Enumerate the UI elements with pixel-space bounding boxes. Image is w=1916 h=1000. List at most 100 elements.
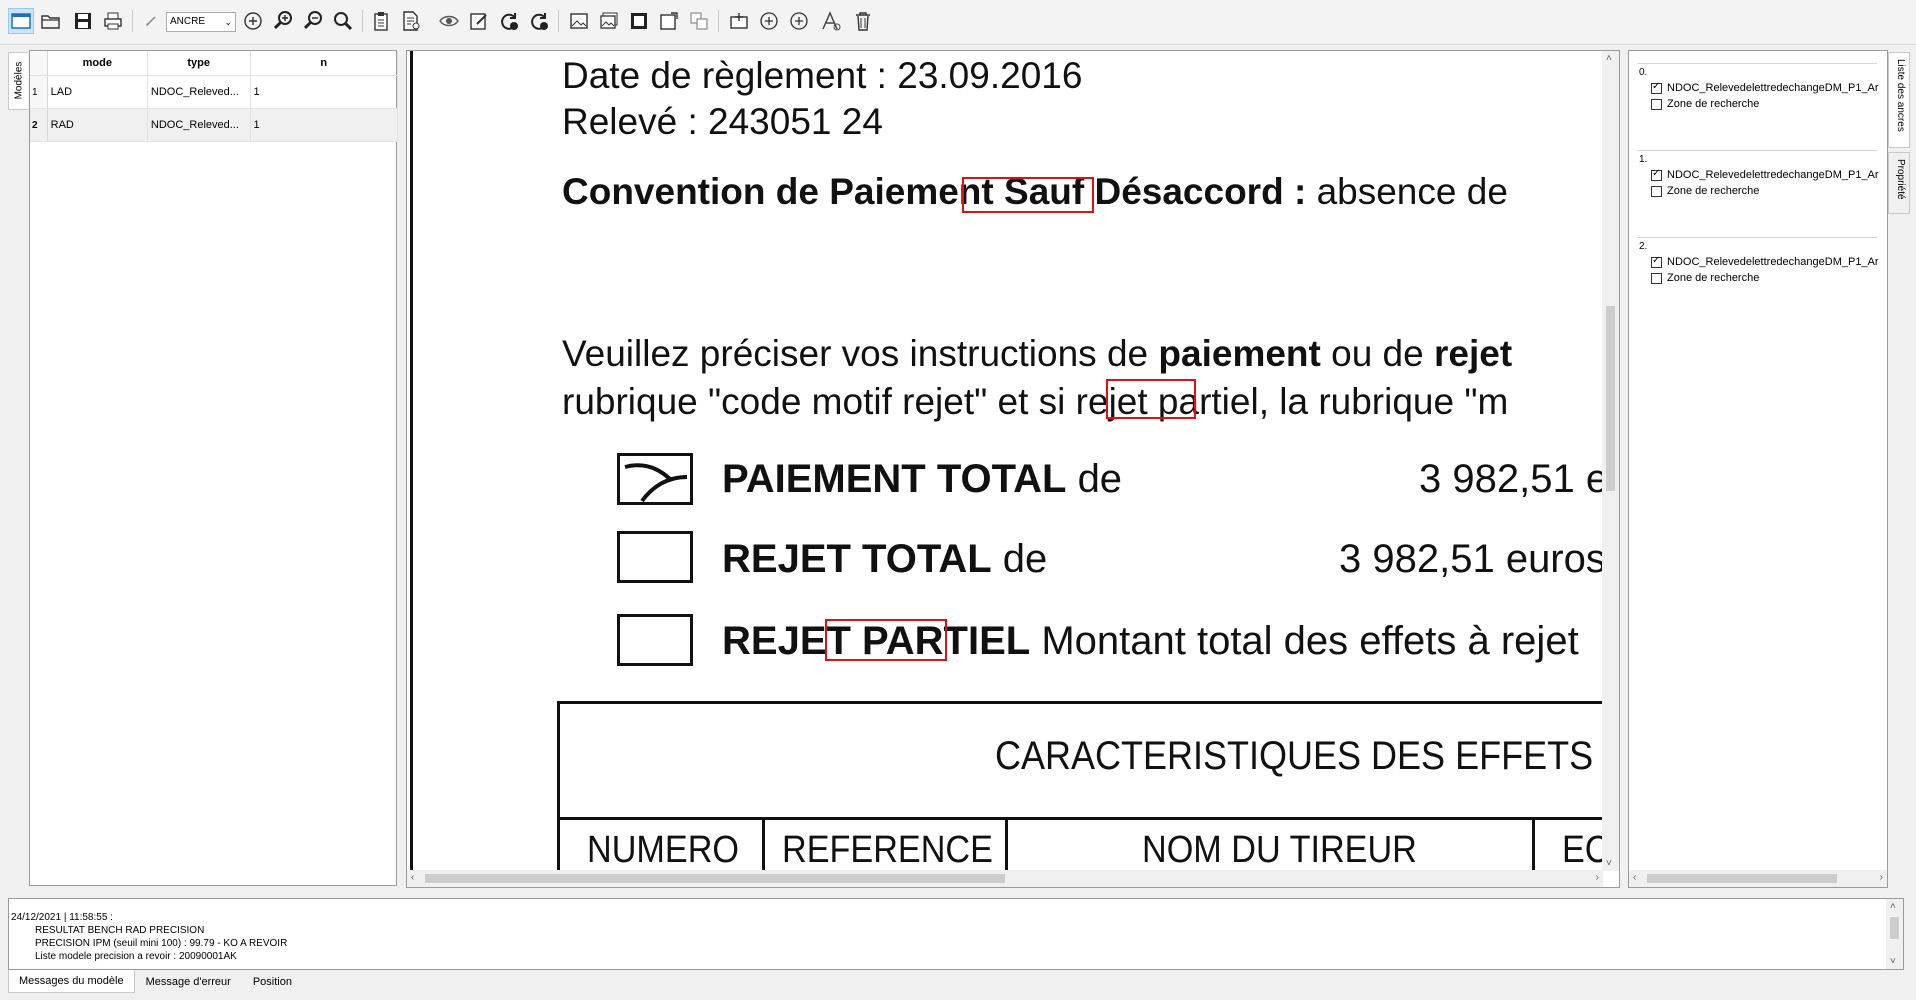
edit-note-icon[interactable]	[466, 8, 492, 34]
mode-select-value: ANCRE	[170, 16, 206, 27]
refresh-icon[interactable]	[526, 8, 552, 34]
new-window-icon[interactable]	[8, 8, 34, 34]
instr-a: Veuillez préciser vos instructions de	[562, 333, 1149, 374]
image-export-icon[interactable]	[656, 8, 682, 34]
zoom-out-icon[interactable]	[300, 8, 326, 34]
tab-message-d-erreur[interactable]: Message d'erreur	[135, 970, 242, 994]
opt2-bold: REJET TOTAL	[722, 537, 992, 581]
column-header-n[interactable]: n	[250, 51, 398, 76]
anchor-group: 1. NDOC_RelevedelettredechangeDM_P1_Ar Z…	[1637, 150, 1879, 213]
document-settings-icon[interactable]	[398, 8, 424, 34]
column-header-mode[interactable]: mode	[47, 51, 148, 76]
anchor-item-checkbox[interactable]	[1651, 81, 1662, 94]
cell-type[interactable]: NDOC_Releved...	[147, 108, 251, 142]
convention-rest: absence de	[1316, 171, 1508, 212]
zone-checkbox[interactable]	[1651, 98, 1662, 110]
zone-checkbox[interactable]	[1651, 185, 1662, 197]
tab-liste-des-ancres[interactable]: Liste des ancres	[1888, 52, 1910, 148]
table-row[interactable]: 2 RAD NDOC_Releved... 1	[30, 108, 398, 142]
zoom-in-circle-icon[interactable]	[240, 8, 266, 34]
anchor-item-checkbox[interactable]	[1651, 168, 1662, 181]
cell-type[interactable]: NDOC_Releved...	[147, 75, 251, 109]
log-scrollbar[interactable]: ˄ ˅	[1886, 899, 1903, 969]
clipboard-icon[interactable]	[368, 8, 394, 34]
scroll-right-icon[interactable]: ›	[1880, 872, 1883, 883]
mode-select[interactable]: ANCRE ⌄	[166, 12, 236, 32]
move-icon[interactable]	[686, 8, 712, 34]
save-icon[interactable]	[70, 8, 96, 34]
horizontal-scrollbar[interactable]: ‹ ›	[407, 870, 1603, 887]
print-icon[interactable]	[100, 8, 126, 34]
bottom-tabs: Messages du modèle Message d'erreur Posi…	[8, 970, 303, 994]
scroll-up-icon[interactable]: ˄	[1890, 900, 1896, 913]
doc-line-rubrique: rubrique "code motif rejet" et si rejet …	[562, 381, 1509, 422]
doc-table-col-divider	[762, 819, 765, 871]
doc-table-title: CARACTERISTIQUES DES EFFETS EN	[995, 734, 1603, 778]
zone-checkbox[interactable]	[1651, 272, 1662, 284]
scroll-left-icon[interactable]: ‹	[411, 872, 414, 883]
add-circle-icon[interactable]	[756, 8, 782, 34]
document-viewer[interactable]: Date de règlement : 23.09.2016 Relevé : …	[406, 50, 1620, 888]
table-row[interactable]: 1 LAD NDOC_Releved... 1	[30, 75, 398, 109]
tab-messages-du-modele[interactable]: Messages du modèle	[8, 970, 135, 993]
doc-table-divider	[557, 817, 1603, 820]
search-icon[interactable]	[330, 8, 356, 34]
cell-n[interactable]: 1	[250, 75, 398, 109]
log-line: PRECISION IPM (seuil mini 100) : 99.79 -…	[35, 938, 288, 949]
scroll-down-icon[interactable]: ˅	[1606, 858, 1612, 869]
anchor-zone[interactable]: Zone de recherche	[1651, 98, 1759, 110]
anchor-highlight-box[interactable]	[962, 177, 1094, 213]
anchors-list-panel: 0. NDOC_RelevedelettredechangeDM_P1_Ar Z…	[1628, 50, 1888, 888]
anchor-zone[interactable]: Zone de recherche	[1651, 185, 1759, 197]
horizontal-scrollbar-thumb[interactable]	[425, 874, 1005, 883]
page-border	[410, 51, 413, 871]
anchors-scrollbar-thumb[interactable]	[1647, 874, 1837, 883]
tab-propriete[interactable]: Propriété	[1888, 152, 1910, 214]
anchor-zone[interactable]: Zone de recherche	[1651, 272, 1759, 284]
cell-mode[interactable]: RAD	[47, 108, 148, 142]
vertical-scrollbar[interactable]: ˄ ˅	[1602, 51, 1619, 871]
cell-n[interactable]: 1	[250, 108, 398, 142]
anchor-group-title: 2.	[1639, 241, 1648, 252]
convention-bold: Convention de Paiement Sauf Désaccord :	[562, 171, 1307, 212]
images-icon[interactable]	[596, 8, 622, 34]
row-number: 1	[30, 75, 48, 109]
tab-modeles-label: Modèles	[13, 61, 25, 100]
image-icon[interactable]	[566, 8, 592, 34]
anchor-highlight-box[interactable]	[825, 619, 947, 661]
anchor-item[interactable]: NDOC_RelevedelettredechangeDM_P1_Ar	[1651, 255, 1879, 268]
anchor-group: 2. NDOC_RelevedelettredechangeDM_P1_Ar Z…	[1637, 237, 1879, 300]
checkmark-icon	[624, 463, 688, 503]
anchors-horizontal-scrollbar[interactable]: ‹ ›	[1629, 870, 1887, 887]
column-header-type[interactable]: type	[147, 51, 251, 76]
scroll-left-icon[interactable]: ‹	[1633, 872, 1636, 883]
vertical-scrollbar-thumb[interactable]	[1606, 306, 1615, 491]
refresh-check-icon[interactable]	[496, 8, 522, 34]
document-page[interactable]: Date de règlement : 23.09.2016 Relevé : …	[407, 51, 1603, 871]
zoom-in-icon[interactable]	[270, 8, 296, 34]
opt3-rest: Montant total des effets à rejet	[1041, 619, 1579, 663]
doc-line-releve: Relevé : 243051 24	[562, 101, 883, 142]
open-folder-icon[interactable]	[38, 8, 64, 34]
text-style-icon[interactable]	[818, 8, 844, 34]
add-box-icon[interactable]	[726, 8, 752, 34]
row-number-header	[30, 51, 48, 76]
scroll-up-icon[interactable]: ˄	[1606, 53, 1612, 64]
tab-modeles[interactable]: Modèles	[8, 52, 28, 110]
pencil-icon[interactable]	[138, 8, 164, 34]
frame-icon[interactable]	[626, 8, 652, 34]
anchor-item[interactable]: NDOC_RelevedelettredechangeDM_P1_Ar	[1651, 81, 1879, 94]
add-circle-2-icon[interactable]	[786, 8, 812, 34]
trash-icon[interactable]	[850, 8, 876, 34]
anchor-highlight-box[interactable]	[1106, 379, 1196, 419]
tab-position[interactable]: Position	[242, 970, 303, 994]
anchor-item-label: NDOC_RelevedelettredechangeDM_P1_Ar	[1667, 256, 1879, 268]
models-table: mode type n 1 LAD NDOC_Releved... 1 2 RA…	[29, 50, 398, 886]
anchor-item-checkbox[interactable]	[1651, 255, 1662, 268]
eye-icon[interactable]	[436, 8, 462, 34]
anchor-item[interactable]: NDOC_RelevedelettredechangeDM_P1_Ar	[1651, 168, 1879, 181]
cell-mode[interactable]: LAD	[47, 75, 148, 109]
scroll-right-icon[interactable]: ›	[1596, 872, 1599, 883]
log-scrollbar-thumb[interactable]	[1890, 917, 1899, 939]
scroll-down-icon[interactable]: ˅	[1890, 955, 1896, 968]
